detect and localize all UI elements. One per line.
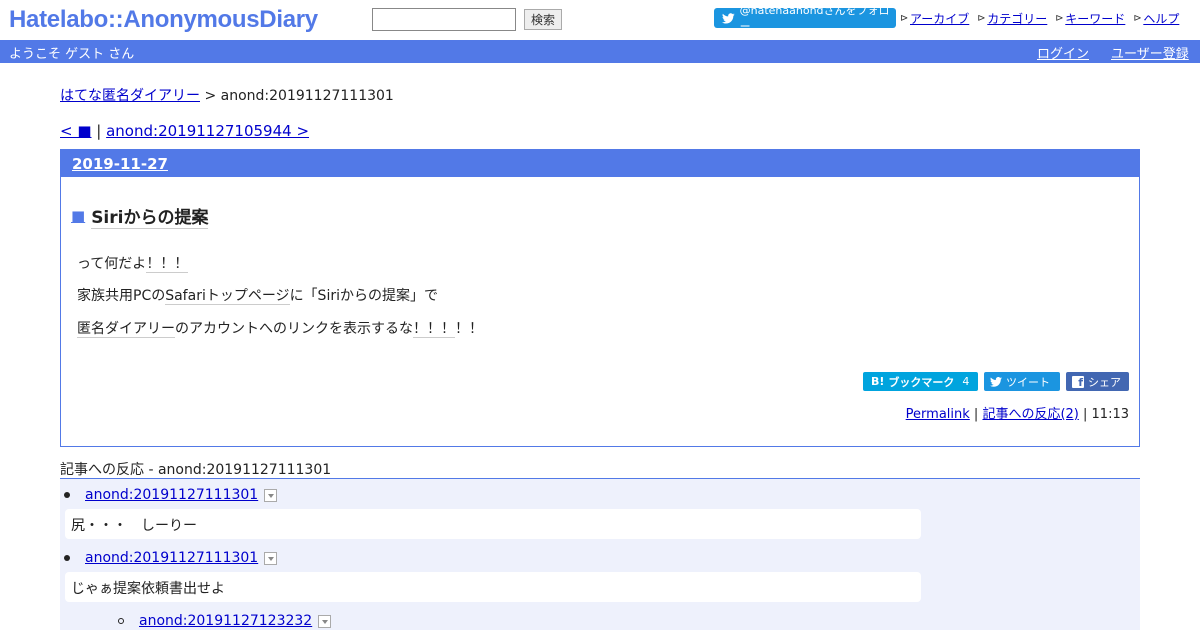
text: 家族共用PCの: [77, 288, 166, 304]
bullet-icon: [64, 492, 70, 498]
entry-time: 11:13: [1091, 407, 1129, 422]
share-buttons: B! ブックマーク 4 ツイート f シェア: [863, 372, 1129, 391]
twitter-follow-button[interactable]: @hatenaanondさんをフォロー: [714, 4, 896, 33]
breadcrumb-current: anond:20191127111301: [220, 88, 394, 104]
arrow-icon: ⊳: [977, 12, 986, 24]
next-entry-link[interactable]: anond:20191127105944 >: [106, 122, 309, 140]
search-input[interactable]: [372, 8, 516, 31]
nav-item-keyword[interactable]: ⊳ キーワード: [1055, 10, 1125, 27]
reactions-heading: 記事への反応 - anond:20191127111301: [60, 462, 332, 478]
nav-item-help[interactable]: ⊳ ヘルプ: [1133, 10, 1179, 27]
keyword-link[interactable]: ！！！: [413, 321, 455, 338]
bookmark-count: 4: [962, 375, 970, 388]
breadcrumb-home[interactable]: はてな匿名ダイアリー: [60, 88, 200, 104]
search-button[interactable]: 検索: [524, 9, 562, 30]
entry-line: 匿名ダイアリーのアカウントへのリンクを表示するな！！！！！: [77, 318, 483, 338]
header-nav: ⊳ アーカイブ ⊳ カテゴリー ⊳ キーワード ⊳ ヘルプ: [900, 10, 1187, 27]
keyword-link[interactable]: ！！！: [146, 256, 189, 273]
dropdown-icon[interactable]: [264, 551, 278, 565]
arrow-icon: ⊳: [1055, 12, 1064, 24]
reactions-link[interactable]: 記事への反応(2): [982, 407, 1078, 422]
text: に「Siriからの提案」で: [289, 288, 438, 304]
separator: |: [1078, 407, 1092, 422]
twitter-bird-icon: [990, 376, 1002, 387]
reaction-link[interactable]: anond:20191127123232: [139, 613, 312, 629]
welcome-bar: ようこそ ゲスト さん ログイン ユーザー登録: [0, 40, 1200, 63]
keyword-link[interactable]: Safariトップページ: [165, 288, 290, 305]
register-link[interactable]: ユーザー登録: [1111, 43, 1189, 62]
follow-label: @hatenaanondさんをフォロー: [739, 4, 890, 33]
text: のアカウントへのリンクを表示するな: [175, 321, 413, 337]
hatena-label: ブックマーク: [888, 375, 955, 389]
reaction-body: じゃぁ提案依頼書出せよ: [65, 572, 921, 602]
arrow-icon: ⊳: [900, 12, 909, 24]
bullet-icon: [64, 555, 70, 561]
hatena-bookmark-button[interactable]: B! ブックマーク 4: [863, 372, 978, 391]
entry-date-link[interactable]: 2019-11-27: [72, 155, 168, 173]
breadcrumb: はてな匿名ダイアリー > anond:20191127111301: [60, 85, 394, 105]
reactions-list: anond:20191127111301 尻・・・ しーりー anond:201…: [60, 478, 1140, 630]
separator: |: [969, 407, 983, 422]
reaction-item-nested: anond:20191127123232: [118, 613, 332, 629]
facebook-icon: f: [1072, 375, 1084, 388]
reaction-item: anond:20191127111301: [64, 550, 278, 566]
welcome-text: ようこそ ゲスト さん: [9, 47, 135, 62]
nav-link[interactable]: ヘルプ: [1143, 10, 1179, 27]
entry-pager: < ■ | anond:20191127105944 >: [60, 122, 309, 140]
nav-item-category[interactable]: ⊳ カテゴリー: [977, 10, 1047, 27]
reaction-link[interactable]: anond:20191127111301: [85, 550, 258, 566]
dropdown-icon[interactable]: [264, 488, 278, 502]
entry-anchor-link[interactable]: ■: [71, 207, 85, 225]
tweet-label: ツイート: [1006, 375, 1050, 389]
dropdown-icon[interactable]: [318, 614, 332, 628]
entry-footer: Permalink | 記事への反応(2) | 11:13: [906, 403, 1129, 422]
site-header: Hatelabo::AnonymousDiary 検索 @hatenaanond…: [0, 0, 1200, 40]
tweet-button[interactable]: ツイート: [984, 372, 1060, 391]
breadcrumb-separator: >: [200, 88, 221, 104]
nav-link[interactable]: カテゴリー: [987, 10, 1047, 27]
share-label: シェア: [1088, 375, 1121, 389]
hatena-b-icon: B!: [871, 375, 885, 388]
pager-separator: |: [91, 122, 107, 140]
entry-line: って何だよ！！！: [77, 253, 189, 273]
nav-link[interactable]: キーワード: [1065, 10, 1125, 27]
entry-title: ■ Siriからの提案: [71, 203, 209, 229]
text: って何だよ: [77, 256, 147, 272]
permalink[interactable]: Permalink: [906, 407, 970, 422]
reaction-link[interactable]: anond:20191127111301: [85, 487, 258, 503]
twitter-bird-icon: [722, 12, 735, 24]
text: ！！: [455, 321, 483, 337]
login-link[interactable]: ログイン: [1037, 43, 1089, 62]
reaction-body: 尻・・・ しーりー: [65, 509, 921, 539]
entry-line: 家族共用PCのSafariトップページに「Siriからの提案」で: [77, 285, 438, 305]
keyword-link[interactable]: 匿名ダイアリー: [77, 321, 175, 338]
bullet-icon: [118, 618, 124, 624]
arrow-icon: ⊳: [1133, 12, 1142, 24]
reaction-item: anond:20191127111301: [64, 487, 278, 503]
day-header: 2019-11-27: [61, 150, 1139, 177]
nav-item-archive[interactable]: ⊳ アーカイブ: [900, 10, 969, 27]
diary-entry: 2019-11-27 ■ Siriからの提案 って何だよ！！！ 家族共用PCのS…: [60, 149, 1140, 447]
site-logo[interactable]: Hatelabo::AnonymousDiary: [9, 6, 318, 34]
entry-title-text: Siriからの提案: [91, 203, 209, 229]
prev-entry-link[interactable]: < ■: [60, 122, 92, 140]
facebook-share-button[interactable]: f シェア: [1066, 372, 1129, 391]
nav-link[interactable]: アーカイブ: [910, 10, 969, 27]
